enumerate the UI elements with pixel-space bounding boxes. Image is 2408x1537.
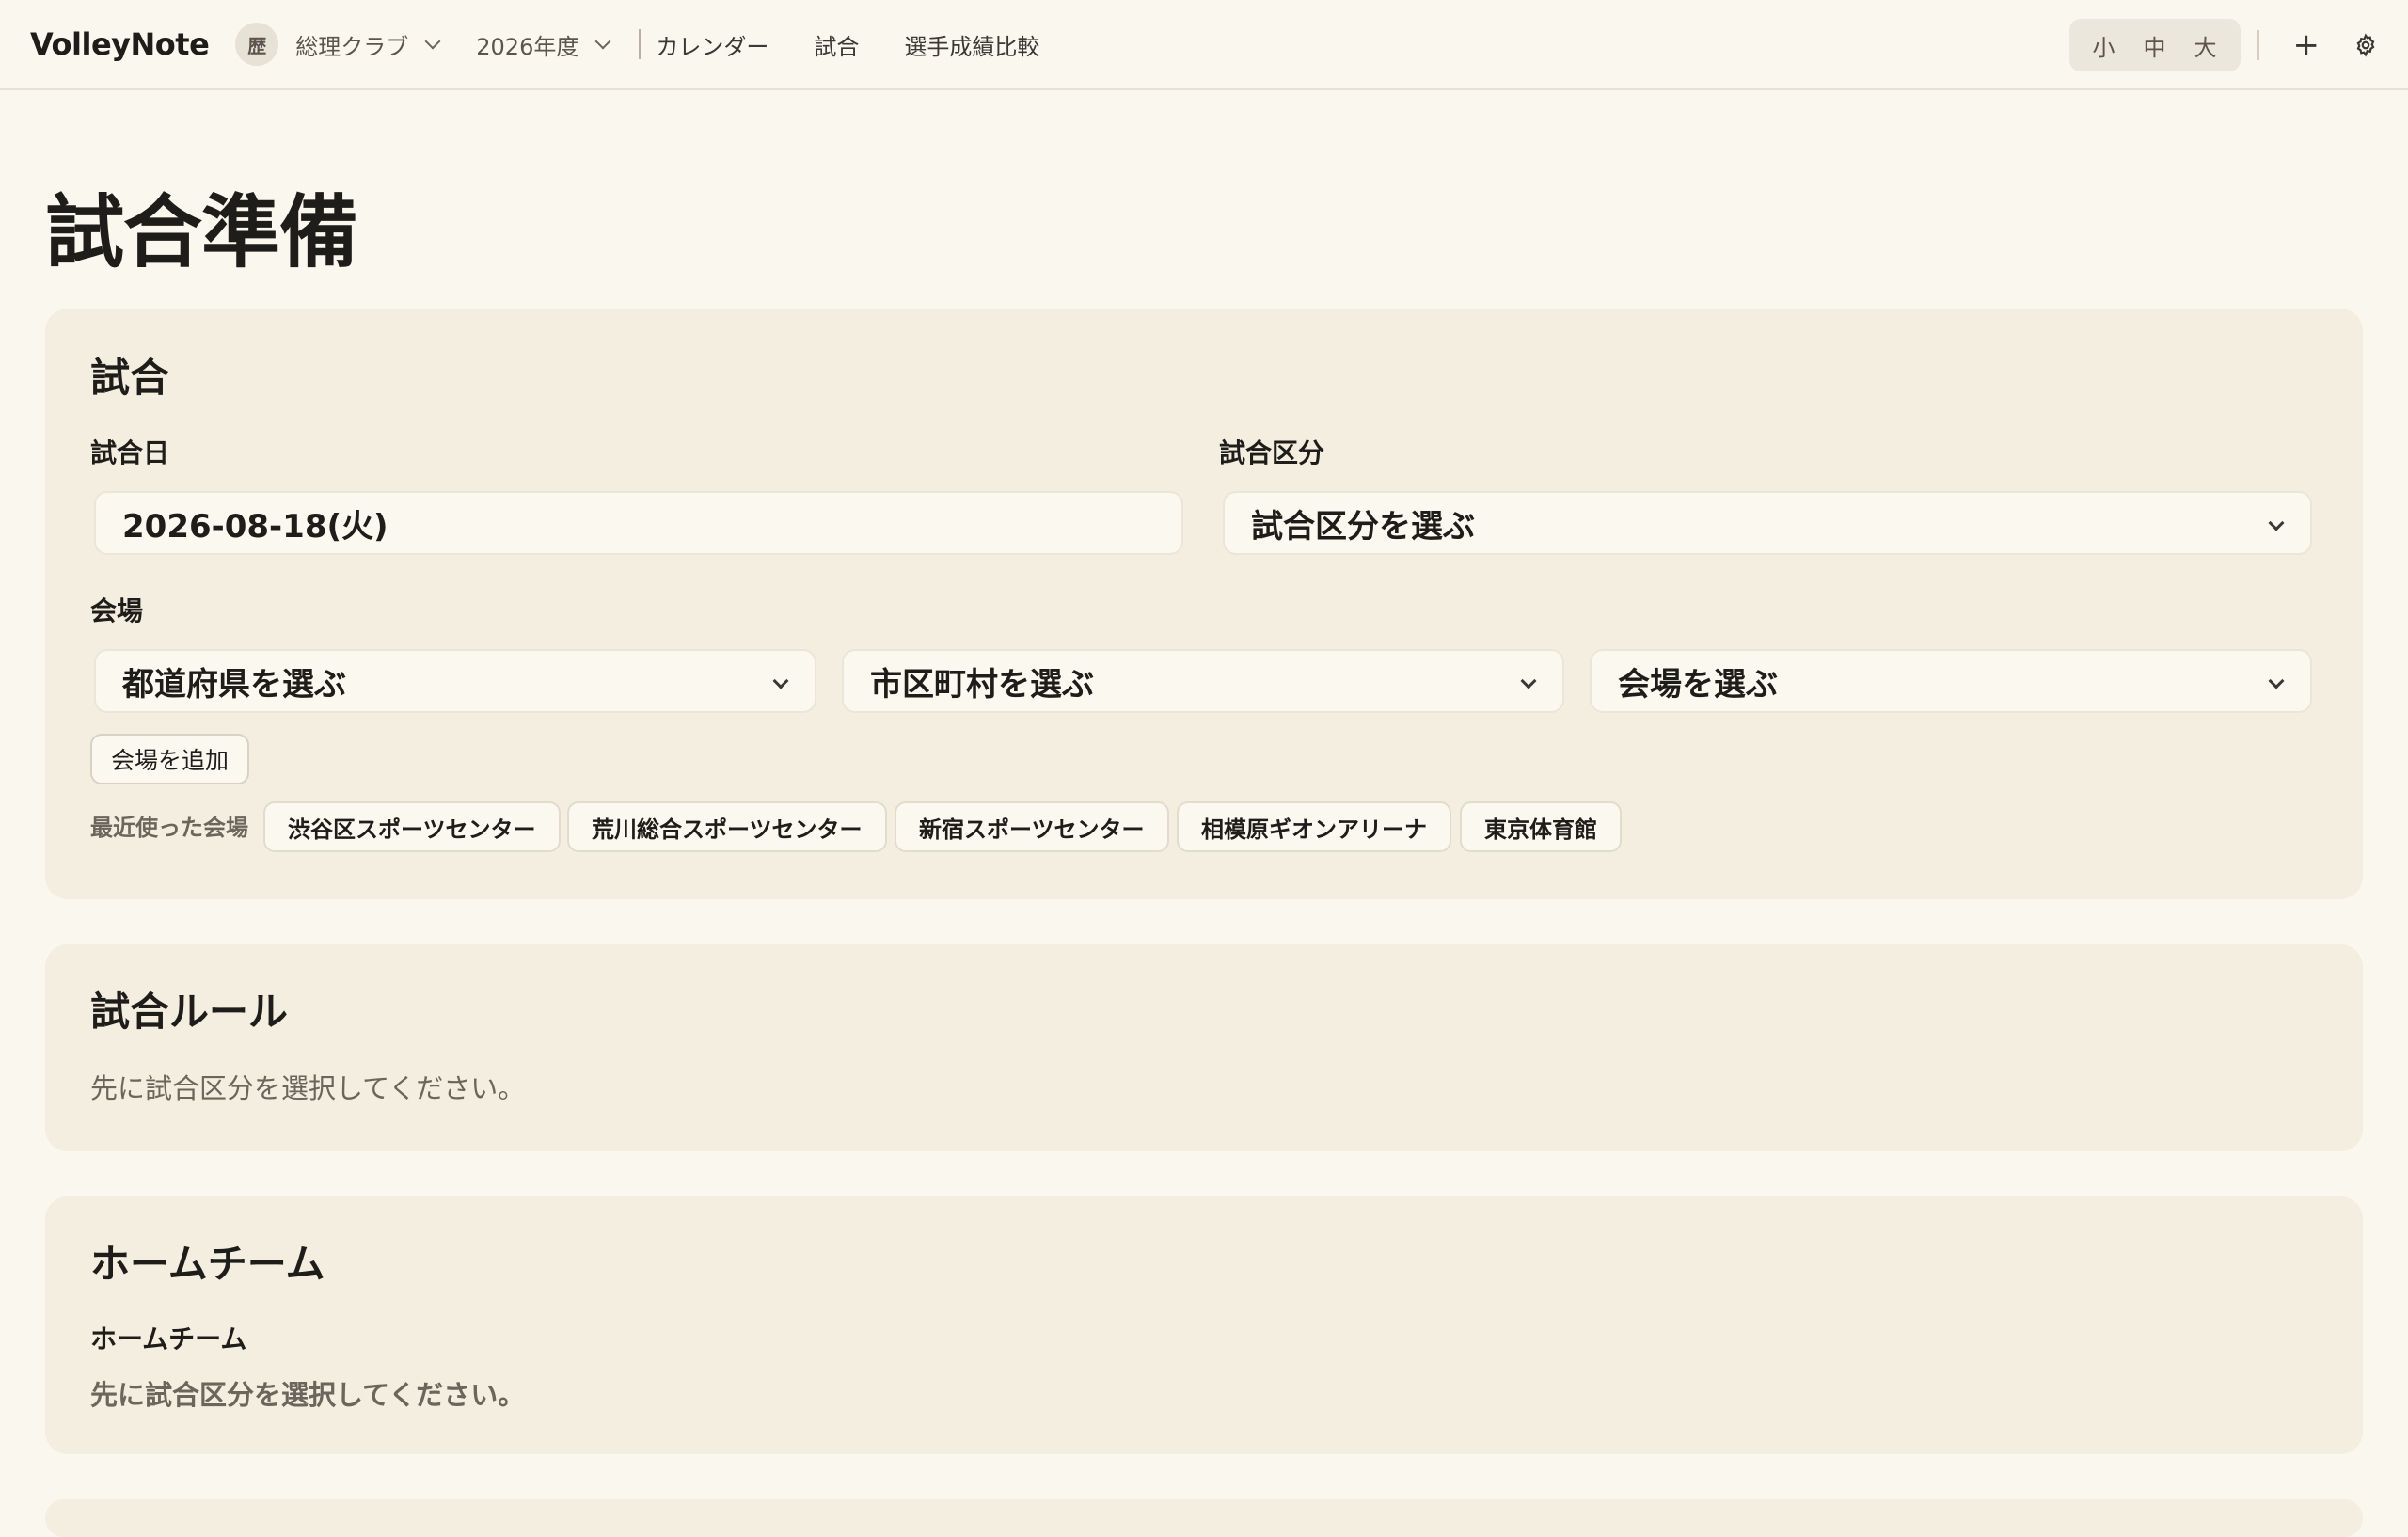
club-selector-label: 総理クラブ <box>295 33 409 60</box>
match-type-select[interactable]: 試合区分を選ぶ <box>1223 491 2312 555</box>
home-team-card-title: ホームチーム <box>90 1241 325 1287</box>
chevron-down-icon <box>424 33 441 50</box>
font-size-large-button[interactable]: 大 <box>2180 29 2231 62</box>
nav-link-matches[interactable]: 試合 <box>814 28 859 61</box>
match-type-label: 試合区分 <box>1219 437 1325 468</box>
chevron-down-icon <box>594 33 611 50</box>
match-date-input[interactable]: 2026-08-18(火) <box>94 491 1183 555</box>
rules-hint: 先に試合区分を選択してください。 <box>90 1072 526 1104</box>
rules-card: 試合ルール 先に試合区分を選択してください。 <box>45 944 2363 1151</box>
top-right-controls: 小 中 大 + <box>2068 19 2379 71</box>
plus-icon[interactable]: + <box>2293 29 2321 61</box>
match-card: 試合 試合日 2026-08-18(火) 試合区分 試合区分を選ぶ 会場 都道府… <box>45 309 2363 899</box>
year-selector[interactable]: 2026年度 <box>476 28 611 61</box>
home-team-label: ホームチーム <box>90 1323 247 1355</box>
home-team-card: ホームチーム ホームチーム 先に試合区分を選択してください。 <box>45 1196 2363 1454</box>
recent-venues-label: 最近使った会場 <box>90 815 248 841</box>
nav-link-calendar[interactable]: カレンダー <box>656 28 768 61</box>
venue-select[interactable]: 会場を選ぶ <box>1590 649 2312 713</box>
nav-divider <box>639 29 642 59</box>
add-venue-button[interactable]: 会場を追加 <box>90 734 250 784</box>
font-size-medium-button[interactable]: 中 <box>2130 29 2180 62</box>
nav-link-player-compare[interactable]: 選手成績比較 <box>904 28 1039 61</box>
gear-icon[interactable] <box>2353 33 2378 57</box>
next-card <box>45 1499 2363 1537</box>
page-title: 試合準備 <box>45 186 358 278</box>
chevron-down-icon <box>1520 673 1537 689</box>
year-selector-label: 2026年度 <box>476 33 579 60</box>
chevron-down-icon <box>772 673 789 689</box>
recent-venue-chip[interactable]: 新宿スポーツセンター <box>895 801 1169 852</box>
recent-venue-chip[interactable]: 相模原ギオンアリーナ <box>1177 801 1451 852</box>
prefecture-select[interactable]: 都道府県を選ぶ <box>94 649 816 713</box>
club-avatar[interactable]: 歴 <box>235 23 279 66</box>
chevron-down-icon <box>2268 515 2285 531</box>
match-card-title: 試合 <box>90 355 170 401</box>
font-size-small-button[interactable]: 小 <box>2079 29 2130 62</box>
top-bar: VolleyNote 歴 総理クラブ 2026年度 カレンダー 試合 選手成績比… <box>0 0 2408 90</box>
venue-label: 会場 <box>90 595 144 626</box>
top-divider <box>2257 30 2259 60</box>
venue-placeholder: 会場を選ぶ <box>1618 665 1778 704</box>
rules-card-title: 試合ルール <box>90 989 289 1035</box>
brand-logo[interactable]: VolleyNote <box>30 26 210 62</box>
city-placeholder: 市区町村を選ぶ <box>870 665 1094 704</box>
club-selector[interactable]: 総理クラブ <box>295 28 441 61</box>
font-size-toggle: 小 中 大 <box>2068 19 2241 71</box>
recent-venue-chip[interactable]: 荒川総合スポーツセンター <box>567 801 887 852</box>
recent-venue-chip[interactable]: 渋谷区スポーツセンター <box>263 801 561 852</box>
prefecture-placeholder: 都道府県を選ぶ <box>122 665 346 704</box>
city-select[interactable]: 市区町村を選ぶ <box>842 649 1564 713</box>
match-date-value: 2026-08-18(火) <box>122 507 388 546</box>
recent-venue-chip[interactable]: 東京体育館 <box>1460 801 1622 852</box>
match-type-placeholder: 試合区分を選ぶ <box>1251 507 1475 546</box>
chevron-down-icon <box>2268 673 2285 689</box>
home-team-hint: 先に試合区分を選択してください。 <box>90 1379 526 1411</box>
match-date-label: 試合日 <box>90 437 170 468</box>
